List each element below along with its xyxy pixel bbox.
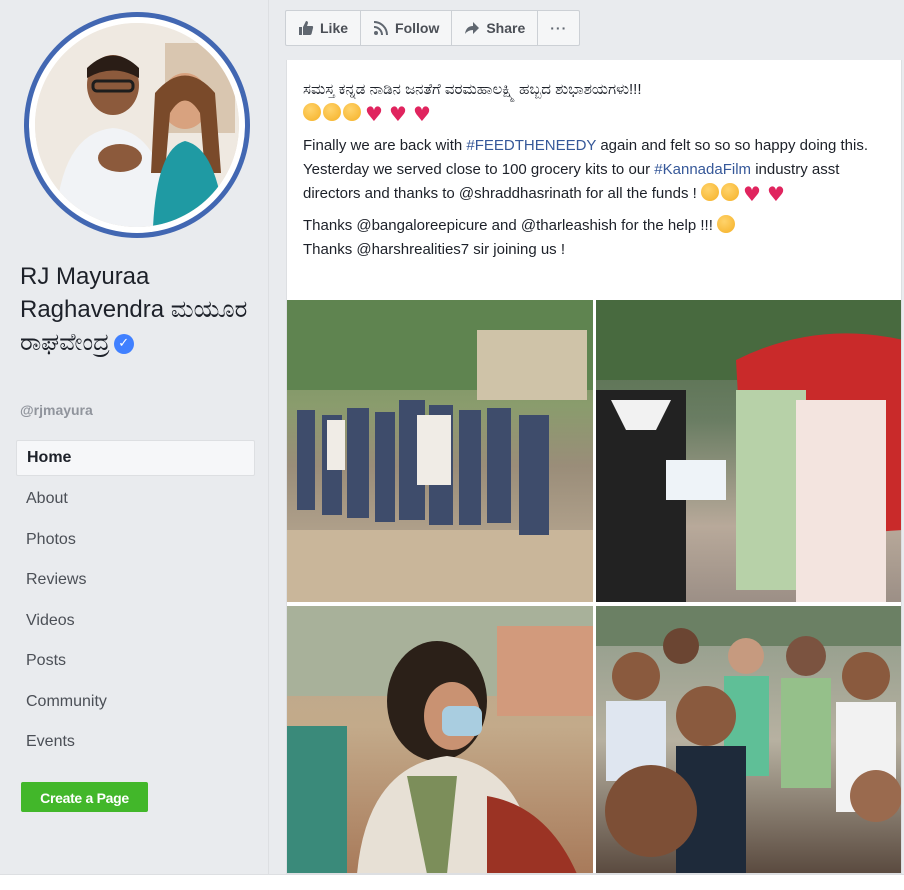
heart-emoji-icon: ♥: [742, 182, 761, 206]
smile-emoji-icon: [303, 103, 321, 121]
more-options-button[interactable]: ···: [538, 11, 579, 45]
smile-emoji-icon: [323, 103, 341, 121]
smile-emoji-icon: [700, 183, 719, 201]
post-line-kannada: ಸಮಸ್ತ ಕನ್ನಡ ನಾಡಿನ ಜನತೆಗೆ ವರಮಹಾಲಕ್ಷ್ಮಿ ಹಬ…: [303, 78, 885, 126]
page-name-block: RJ Mayuraa Raghavendra ಮಯೂರ ರಾಘವೇಂದ್ರ ✓: [20, 260, 260, 359]
smile-emoji-icon: [720, 183, 739, 201]
nav-item-home[interactable]: Home: [16, 440, 255, 476]
more-icon: ···: [550, 20, 568, 36]
nav-item-events[interactable]: Events: [16, 723, 255, 764]
profile-photo: [35, 23, 239, 227]
thumbs-up-icon: [299, 21, 314, 35]
follow-button[interactable]: Follow: [361, 11, 453, 45]
like-button[interactable]: Like: [286, 11, 362, 45]
post-photo-queue[interactable]: [287, 300, 593, 602]
post-card: ಸಮಸ್ತ ಕನ್ನಡ ನಾಡಿನ ಜನತೆಗೆ ವರಮಹಾಲಕ್ಷ್ಮಿ ಹಬ…: [286, 60, 902, 874]
verified-check-icon: ✓: [113, 333, 134, 354]
post-text: ಸಮಸ್ತ ಕನ್ನಡ ನಾಡಿನ ಜನತೆಗೆ ವರಮಹಾಲಕ್ಷ್ಮಿ ಹಬ…: [287, 60, 901, 262]
hashtag-feedtheneedy[interactable]: #FEEDTHENEEDY: [466, 137, 596, 154]
nav-item-posts[interactable]: Posts: [16, 642, 255, 683]
share-label: Share: [486, 20, 526, 36]
nav-item-videos[interactable]: Videos: [16, 602, 255, 643]
nav-item-about[interactable]: About: [16, 480, 255, 521]
nav-item-reviews[interactable]: Reviews: [16, 561, 255, 602]
post-photo-distribution[interactable]: [596, 300, 901, 602]
profile-photo-illustration: [35, 23, 239, 227]
share-arrow-icon: [465, 22, 480, 34]
heart-emoji-icon: ♥: [413, 102, 431, 126]
sidebar-divider: [268, 0, 269, 889]
page-action-bar: Like Follow Share ···: [285, 10, 581, 46]
create-page-button[interactable]: Create a Page: [21, 782, 148, 812]
post-photo-woman-mask[interactable]: [287, 606, 593, 873]
post-paragraph-3: Thanks @bangaloreepicure and @tharleashi…: [303, 214, 885, 262]
post-photo-group-selfie[interactable]: [596, 606, 901, 873]
smile-emoji-icon: [717, 215, 736, 233]
post-kannada-text: ಸಮಸ್ತ ಕನ್ನಡ ನಾಡಿನ ಜನತೆಗೆ ವರಮಹಾಲಕ್ಷ್ಮಿ ಹಬ…: [303, 81, 642, 98]
post-paragraph-2: Finally we are back with #FEEDTHENEEDY a…: [303, 137, 869, 206]
rss-icon: [373, 21, 389, 36]
bottom-strip: [0, 874, 904, 890]
heart-emoji-icon: ♥: [766, 182, 785, 206]
nav-item-community[interactable]: Community: [16, 683, 255, 724]
smile-emoji-icon: [343, 103, 361, 121]
page-handle[interactable]: @rjmayura: [20, 402, 93, 418]
follow-label: Follow: [395, 20, 440, 36]
share-button[interactable]: Share: [452, 11, 539, 45]
post-photo-grid: [287, 300, 901, 873]
page-nav: Home About Photos Reviews Videos Posts C…: [16, 440, 255, 764]
left-sidebar: RJ Mayuraa Raghavendra ಮಯೂರ ರಾಘವೇಂದ್ರ ✓ @…: [0, 0, 268, 889]
heart-emoji-icon: ♥: [365, 102, 383, 126]
like-label: Like: [320, 20, 349, 36]
profile-picture[interactable]: [24, 12, 250, 238]
heart-emoji-icon: ♥: [389, 102, 407, 126]
hashtag-kannadafilm[interactable]: #KannadaFilm: [654, 161, 751, 178]
nav-item-photos[interactable]: Photos: [16, 521, 255, 562]
